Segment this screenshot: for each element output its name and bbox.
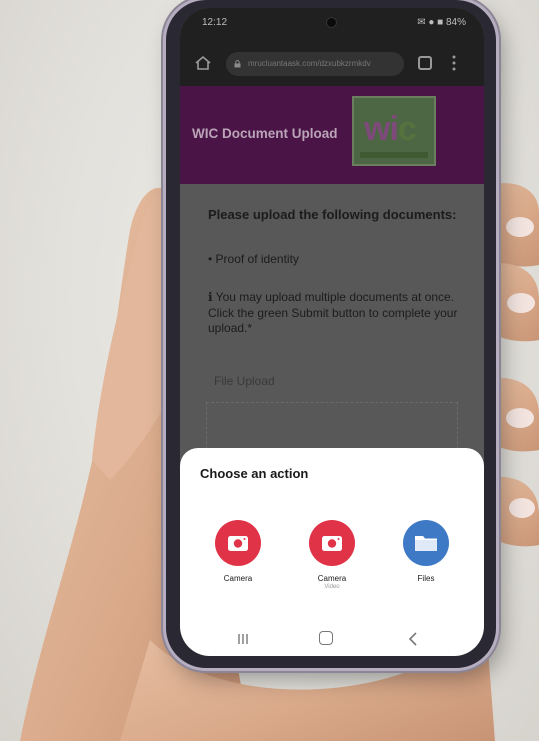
instructions-note: ℹ You may upload multiple documents at o… bbox=[208, 290, 458, 335]
page-title: WIC Document Upload bbox=[192, 126, 338, 141]
url-text: mrucluantaask.com/dzxubkzrmkdv bbox=[248, 59, 371, 68]
camera-video-action-label: Camera bbox=[317, 574, 347, 583]
home-icon[interactable] bbox=[194, 54, 212, 72]
choose-action-sheet: Choose an action Camera Camera Video Fil… bbox=[180, 448, 484, 656]
camera-action[interactable]: Camera bbox=[202, 520, 274, 583]
logo-stripe bbox=[360, 152, 428, 158]
home-button-icon[interactable] bbox=[319, 631, 333, 645]
menu-icon[interactable] bbox=[452, 54, 456, 72]
recent-apps-icon[interactable] bbox=[236, 632, 250, 646]
browser-address-bar: mrucluantaask.com/dzxubkzrmkdv bbox=[180, 42, 484, 86]
camera-icon bbox=[215, 520, 261, 566]
camera-action-label: Camera bbox=[223, 574, 253, 583]
front-camera bbox=[326, 17, 337, 28]
status-indicators: ✉ ● ■ 84% bbox=[417, 17, 466, 28]
folder-icon bbox=[403, 520, 449, 566]
status-bar: 12:12 ✉ ● ■ 84% bbox=[180, 8, 484, 42]
files-action[interactable]: Files bbox=[390, 520, 462, 583]
status-time: 12:12 bbox=[202, 17, 228, 28]
camera-video-action-sublabel: Video bbox=[324, 584, 340, 590]
sheet-title: Choose an action bbox=[200, 466, 309, 481]
files-action-label: Files bbox=[417, 574, 435, 583]
video-camera-icon bbox=[309, 520, 355, 566]
photo-scene: 12:12 ✉ ● ■ 84% mrucluantaask.com/dzxubk… bbox=[0, 0, 539, 741]
page-header: WIC Document Upload wic bbox=[180, 86, 484, 184]
file-upload-label: File Upload bbox=[214, 374, 275, 388]
instructions-title: Please upload the following documents: bbox=[208, 207, 457, 222]
camera-video-action[interactable]: Camera Video bbox=[296, 520, 368, 590]
system-nav-bar bbox=[180, 622, 484, 656]
page-body: Please upload the following documents: •… bbox=[180, 184, 484, 484]
tabs-icon[interactable] bbox=[418, 56, 432, 70]
logo-lettering: wic bbox=[364, 110, 417, 148]
lock-icon bbox=[234, 60, 241, 68]
back-icon[interactable] bbox=[406, 631, 420, 647]
url-field[interactable]: mrucluantaask.com/dzxubkzrmkdv bbox=[226, 52, 404, 76]
wic-logo: wic bbox=[352, 96, 436, 166]
phone-screen: 12:12 ✉ ● ■ 84% mrucluantaask.com/dzxubk… bbox=[180, 8, 484, 656]
instructions-bullet: • Proof of identity bbox=[208, 252, 299, 266]
